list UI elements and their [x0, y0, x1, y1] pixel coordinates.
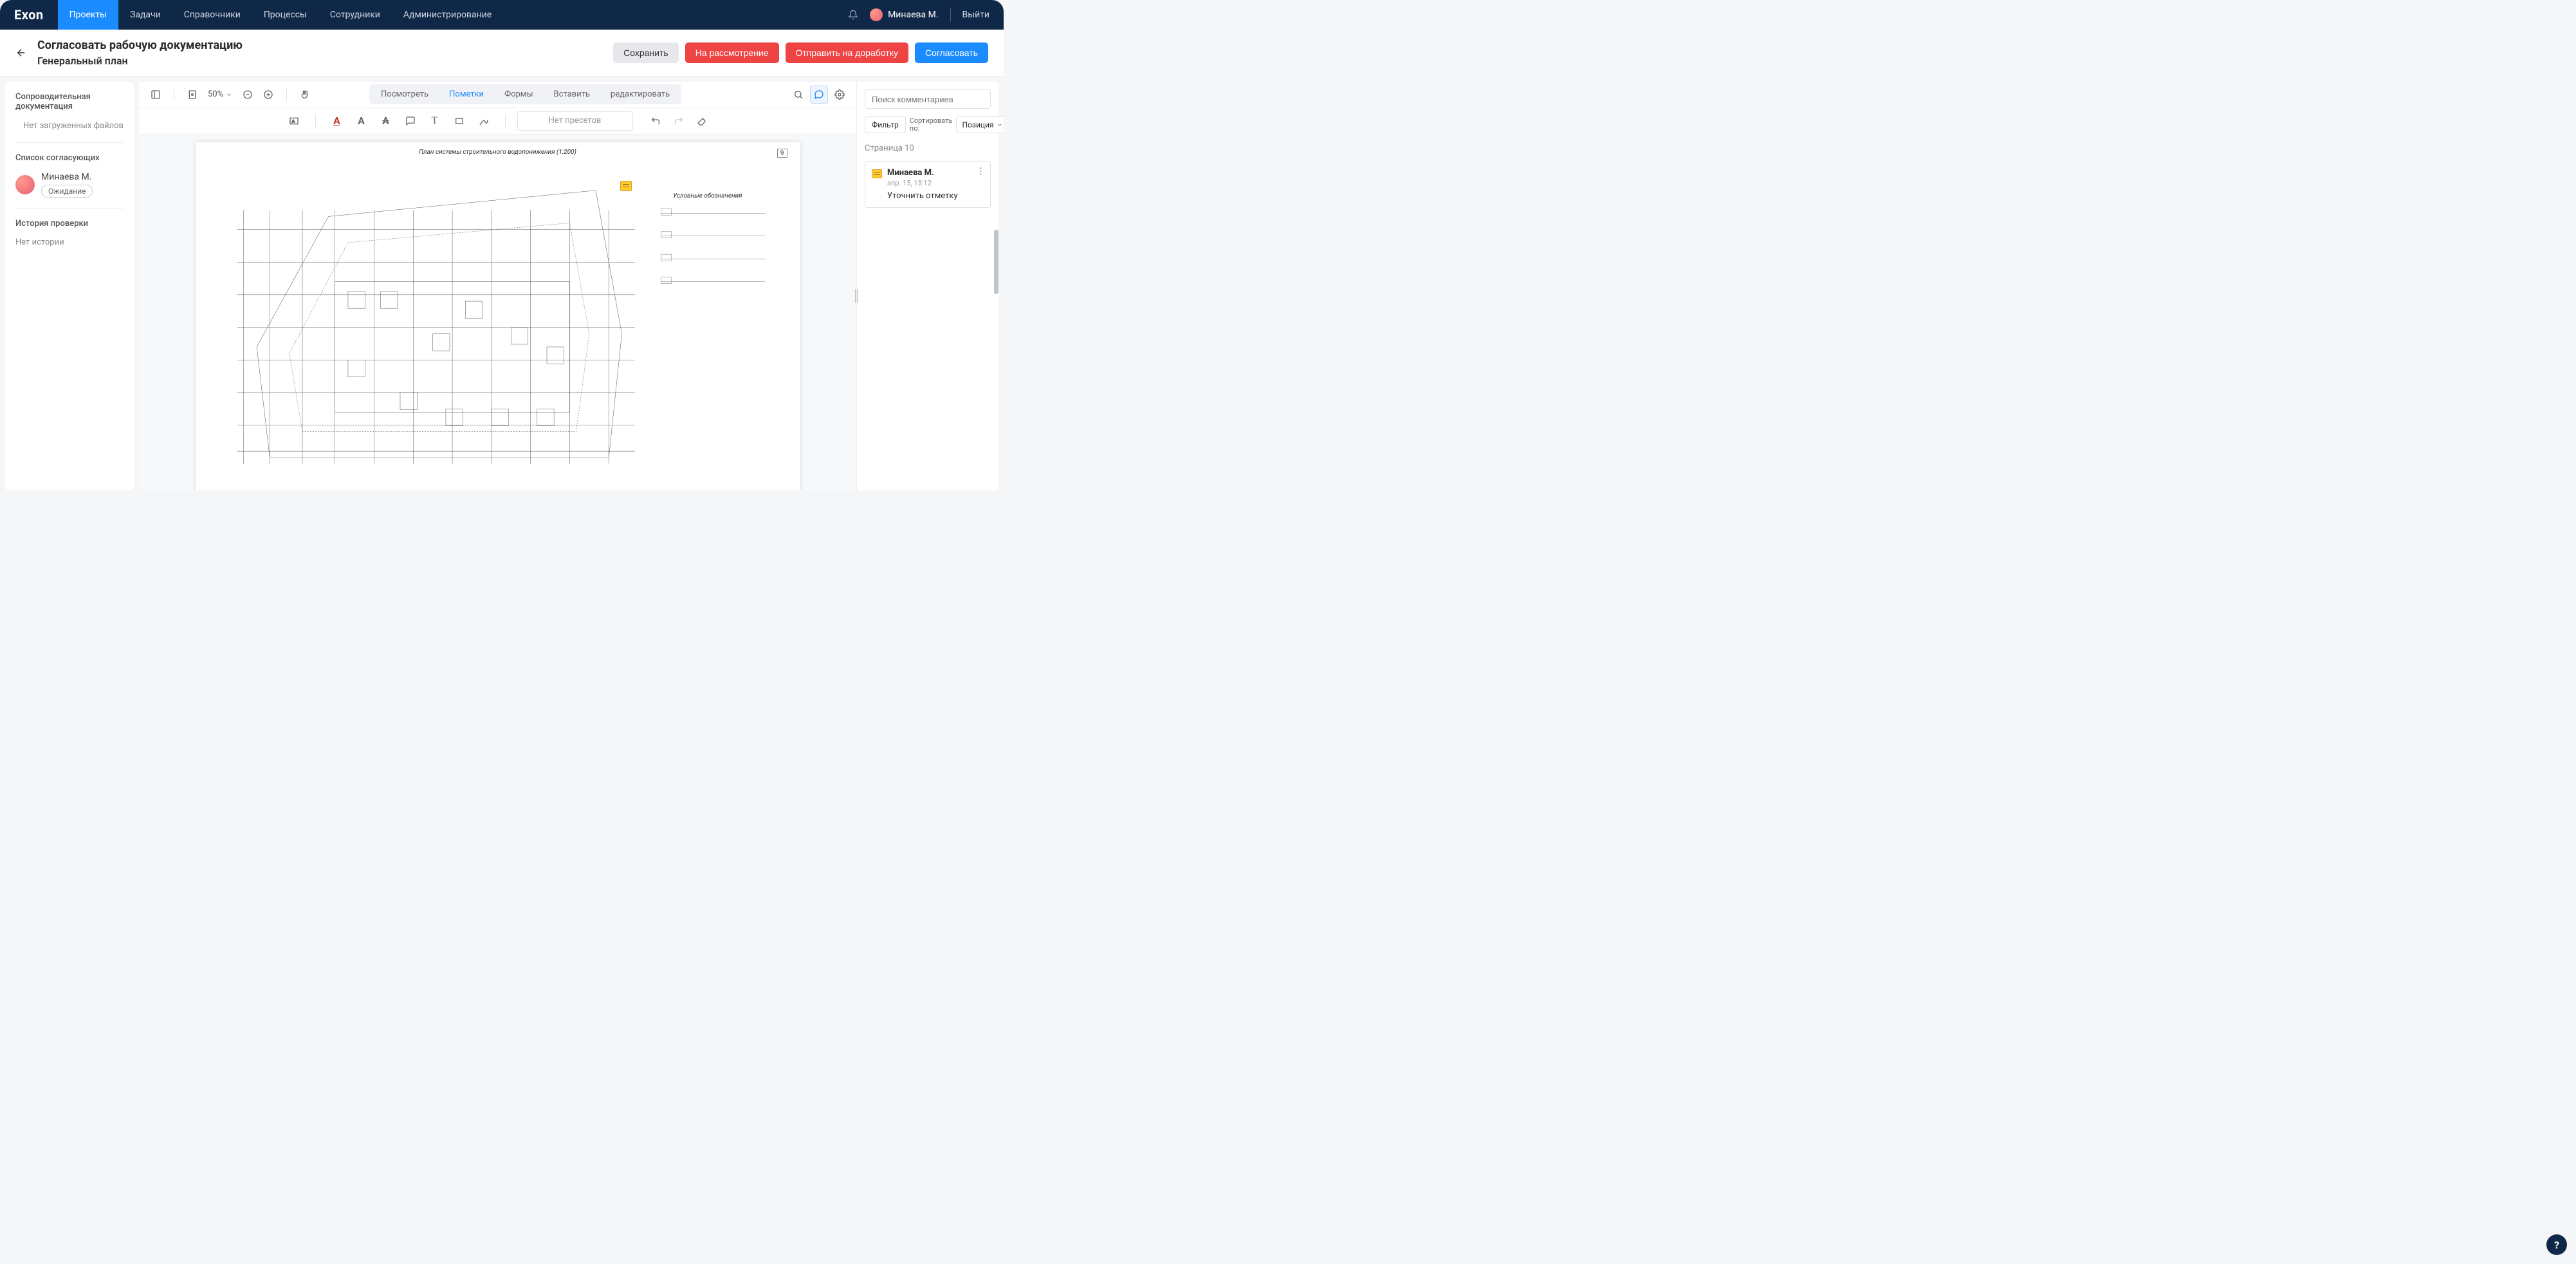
note-tool[interactable]	[401, 111, 420, 131]
zoom-out-button[interactable]	[239, 86, 257, 104]
back-icon[interactable]	[15, 47, 27, 59]
approver-row: Минаева М. Ожидание	[15, 172, 124, 198]
user-menu[interactable]: Минаева М.	[870, 8, 938, 21]
comment-text: Уточнить отметку	[887, 191, 984, 201]
comment-page-label: Страница 10	[865, 144, 991, 153]
sort-value: Позиция	[962, 120, 993, 129]
highlight-tool[interactable]: A	[352, 111, 371, 131]
panel-toggle-button[interactable]	[147, 86, 165, 104]
tab-forms[interactable]: Формы	[494, 86, 543, 103]
document-viewer: 50% Посмотреть Пометки	[139, 82, 857, 490]
sort-label: Сортировать по:	[910, 117, 953, 133]
filter-button[interactable]: Фильтр	[865, 116, 906, 133]
document-page: 9 План системы строительного водопонижен…	[196, 142, 800, 490]
viewer-tabs: Посмотреть Пометки Формы Вставить редакт…	[369, 84, 681, 104]
textbox-tool[interactable]: A	[284, 111, 304, 131]
preset-select[interactable]: Нет пресетов	[517, 111, 633, 131]
settings-button[interactable]	[831, 86, 849, 104]
tab-insert[interactable]: Вставить	[544, 86, 600, 103]
sort-select[interactable]: Позиция	[956, 116, 1004, 133]
avatar-icon	[870, 8, 883, 21]
page-view-button[interactable]	[183, 86, 201, 104]
rework-button[interactable]: Отправить на доработку	[786, 42, 908, 63]
split-handle[interactable]	[854, 286, 858, 306]
comment-card[interactable]: Минаева М. апр. 15, 15:12 Уточнить отмет…	[865, 161, 991, 208]
undo-button[interactable]	[646, 111, 665, 131]
comment-search-input[interactable]	[865, 89, 991, 109]
pan-tool-button[interactable]	[296, 86, 314, 104]
nav-employees[interactable]: Сотрудники	[318, 0, 392, 30]
svg-text:A: A	[291, 118, 295, 124]
page-title: Согласовать рабочую документацию	[37, 39, 243, 52]
blueprint-drawing	[205, 151, 791, 490]
no-files-label: Нет загруженных файлов	[15, 120, 124, 132]
nav-refs[interactable]: Справочники	[172, 0, 252, 30]
logo: Exon	[0, 7, 58, 23]
freetext-tool[interactable]: T	[425, 111, 445, 131]
review-button[interactable]: На рассмотрение	[685, 42, 779, 63]
chevron-down-icon	[997, 122, 1003, 128]
comment-author: Минаева М.	[887, 168, 984, 178]
page-subtitle: Генеральный план	[37, 55, 243, 67]
strikeout-tool[interactable]: A	[376, 111, 396, 131]
rectangle-tool[interactable]	[450, 111, 469, 131]
approve-button[interactable]: Согласовать	[915, 42, 988, 63]
zoom-in-button[interactable]	[259, 86, 277, 104]
document-canvas[interactable]: 9 План системы строительного водопонижен…	[139, 135, 856, 490]
nav-tasks[interactable]: Задачи	[118, 0, 172, 30]
zoom-value: 50%	[208, 89, 223, 99]
logout-link[interactable]: Выйти	[962, 10, 990, 20]
comment-menu-button[interactable]: ⋮	[977, 167, 985, 176]
zoom-dropdown[interactable]: 50%	[204, 89, 236, 99]
comments-panel: Фильтр Сортировать по: Позиция Страница …	[857, 82, 998, 490]
scrollbar-thumb[interactable]	[994, 230, 998, 294]
underline-tool[interactable]: A	[327, 111, 347, 131]
comment-date: апр. 15, 15:12	[887, 179, 984, 187]
left-sidebar: Сопроводительная документация Нет загруж…	[5, 82, 134, 490]
top-nav: Exon Проекты Задачи Справочники Процессы…	[0, 0, 1004, 30]
chevron-down-icon	[226, 91, 232, 98]
sub-header: Согласовать рабочую документацию Генерал…	[0, 30, 1004, 77]
search-button[interactable]	[789, 86, 807, 104]
docs-section-title: Сопроводительная документация	[15, 92, 124, 111]
note-icon	[872, 169, 882, 178]
history-section-title: История проверки	[15, 219, 124, 228]
freehand-tool[interactable]	[474, 111, 493, 131]
user-name: Минаева М.	[888, 10, 938, 20]
redo-button[interactable]	[669, 111, 688, 131]
nav-processes[interactable]: Процессы	[252, 0, 318, 30]
save-button[interactable]: Сохранить	[613, 42, 679, 63]
status-badge: Ожидание	[41, 185, 93, 198]
tab-annotations[interactable]: Пометки	[439, 86, 494, 103]
nav-admin[interactable]: Администрирование	[392, 0, 503, 30]
no-history-label: Нет истории	[15, 237, 124, 247]
comments-panel-button[interactable]	[810, 86, 828, 104]
tab-view[interactable]: Посмотреть	[371, 86, 439, 103]
eraser-button[interactable]	[692, 111, 712, 131]
approvers-section-title: Список согласующих	[15, 153, 124, 163]
approver-name: Минаева М.	[41, 172, 93, 182]
tab-edit[interactable]: редактировать	[600, 86, 680, 103]
nav-projects[interactable]: Проекты	[58, 0, 118, 30]
bell-icon[interactable]	[848, 10, 858, 20]
avatar-icon	[15, 175, 35, 194]
